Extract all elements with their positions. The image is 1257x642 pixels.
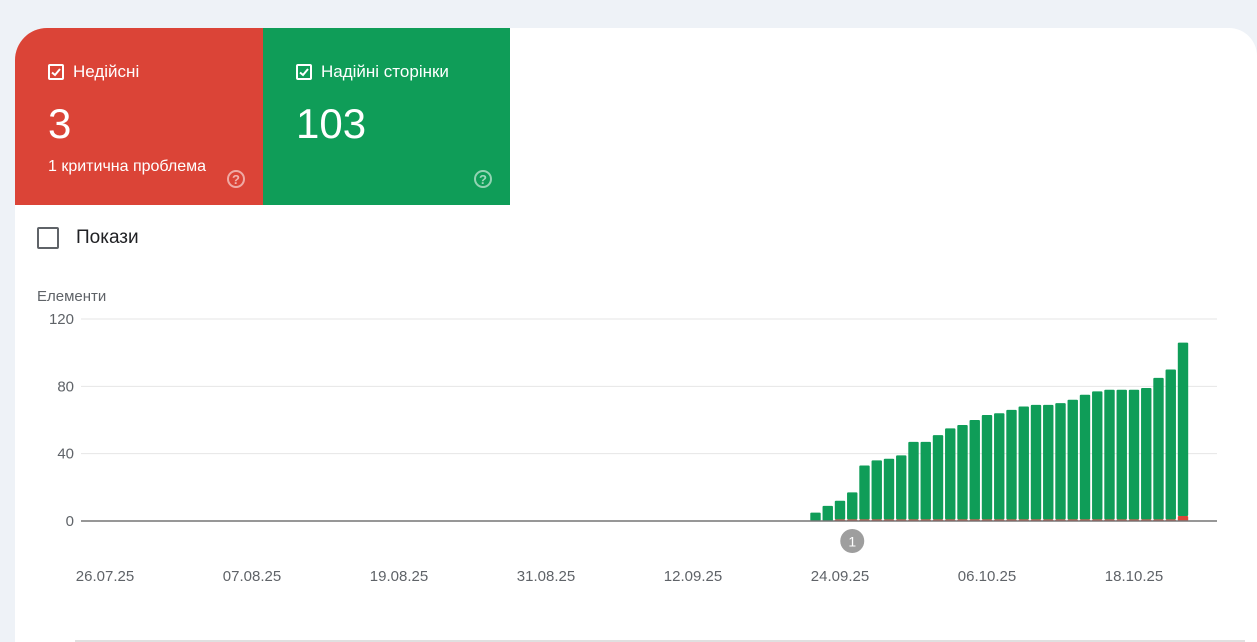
bar-valid: [1141, 388, 1152, 520]
bar-valid: [1153, 377, 1164, 520]
bar-valid: [920, 441, 931, 520]
bar-valid: [1018, 406, 1029, 520]
bar-invalid: [1177, 515, 1189, 521]
bar-valid: [945, 428, 956, 520]
x-tick-label: 12.09.25: [664, 568, 722, 585]
y-tick-label: 80: [57, 378, 74, 395]
x-tick-label: 06.10.25: [958, 568, 1016, 585]
bar-valid: [1104, 389, 1115, 520]
y-tick-label: 40: [57, 446, 74, 463]
x-tick-label: 19.08.25: [370, 568, 428, 585]
bar-valid: [969, 420, 980, 520]
bar-valid: [859, 465, 870, 520]
y-tick-label: 120: [49, 311, 74, 328]
bar-valid: [810, 512, 821, 521]
report-card: Недійсні 3 1 критична проблема ? Надійні…: [15, 28, 1257, 642]
bar-valid: [1128, 389, 1140, 520]
bar-valid: [834, 500, 846, 520]
bar-valid: [1079, 394, 1091, 520]
bar-valid: [994, 413, 1005, 520]
bar-valid: [871, 460, 882, 520]
y-tick-label: 0: [66, 513, 74, 530]
annotation-label: 1: [848, 534, 856, 550]
bar-valid: [932, 435, 944, 520]
bar-valid: [1177, 342, 1189, 516]
bar-valid: [981, 414, 993, 520]
bar-valid: [908, 441, 919, 520]
bar-valid: [1055, 403, 1066, 520]
x-tick-label: 24.09.25: [811, 568, 869, 585]
x-tick-label: 26.07.25: [76, 568, 134, 585]
bar-chart: 0 40 80 120 26.07.25 07.08.25 19.08.25 31.08.25…: [49, 311, 1217, 585]
bar-valid: [1067, 399, 1078, 520]
x-tick-label: 18.10.25: [1105, 568, 1163, 585]
x-tick-label: 07.08.25: [223, 568, 281, 585]
x-tick-label: 31.08.25: [517, 568, 575, 585]
bar-valid: [847, 492, 858, 520]
bar-valid: [1116, 389, 1127, 520]
bar-valid: [1006, 409, 1017, 520]
bar-valid: [896, 455, 907, 520]
bar-valid: [1092, 391, 1103, 520]
bar-valid: [1030, 404, 1042, 520]
bar-valid: [957, 425, 968, 520]
bar-valid: [822, 505, 833, 521]
bar-valid: [1165, 369, 1176, 520]
bar-valid: [883, 458, 895, 520]
bar-valid: [1043, 404, 1054, 520]
